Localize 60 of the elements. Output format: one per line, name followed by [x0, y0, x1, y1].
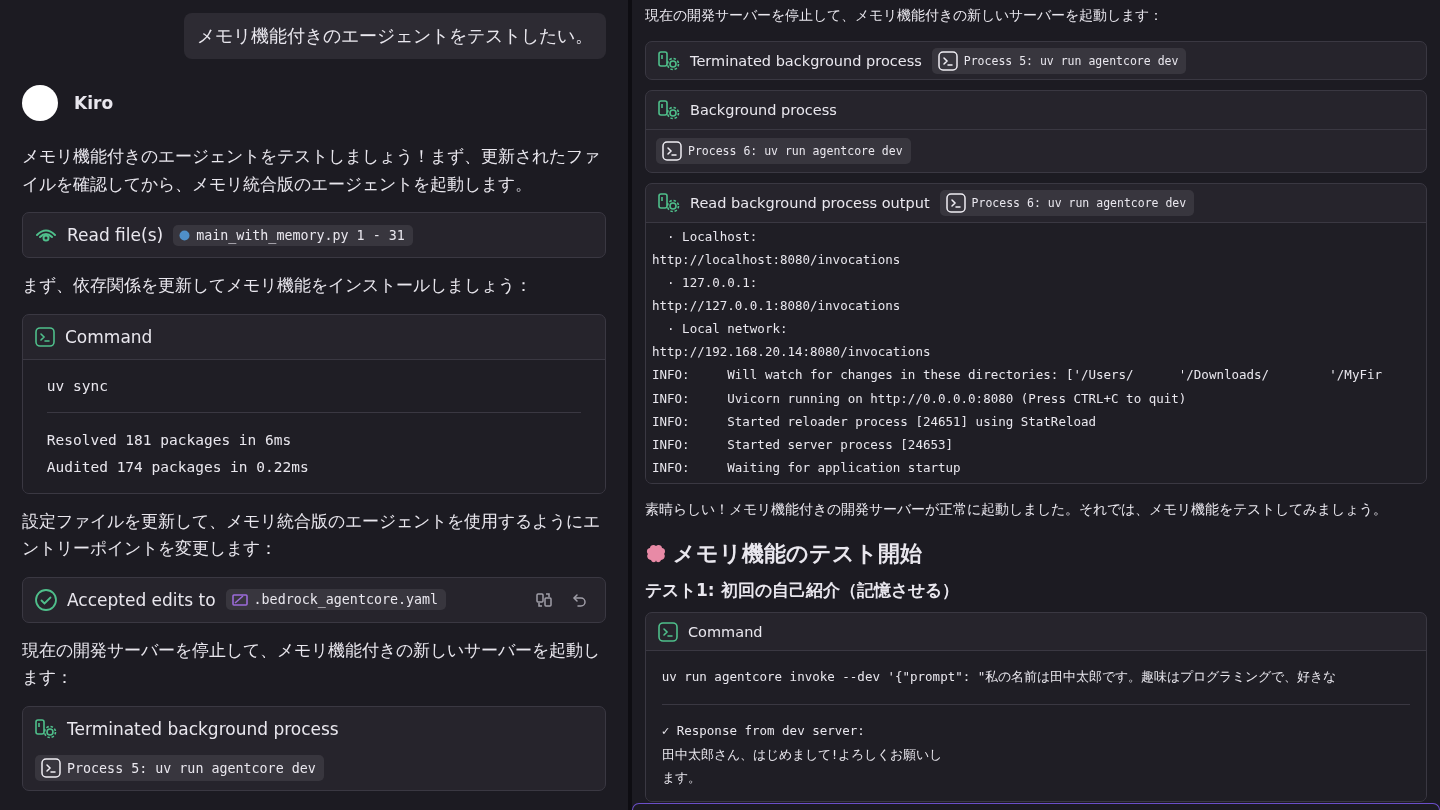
- terminal-icon: [937, 50, 958, 71]
- tool-title: Read background process output: [690, 194, 930, 211]
- undo-icon[interactable]: [571, 591, 587, 608]
- message-text: メモリ機能付きのエージェントをテストしましょう！まず、更新されたファイルを確認してから、メモリ統合版のエージェントを起動します。: [22, 145, 601, 196]
- log-line: INFO: Uvicorn running on http://0.0.0.0:8080 (Press CTRL+C to quit): [652, 389, 1188, 408]
- log-line: · Local network:: [666, 320, 789, 339]
- output-line: ✓ Response from dev server:: [661, 722, 866, 741]
- output-line: Audited 174 packages in 0.22ms: [46, 457, 310, 477]
- file-chip[interactable]: Process 5: uv run agentcore dev: [35, 755, 324, 782]
- message-text: 現在の開発サーバーを停止して、メモリ機能付きの新しいサーバーを起動します：: [645, 6, 1164, 25]
- log-line: INFO: Started reloader process [24651] using StatReload: [652, 412, 1097, 431]
- tool-title: Read file(s): [67, 225, 164, 246]
- tool-title: Terminated background process: [67, 719, 339, 739]
- terminal-icon: [41, 758, 61, 779]
- terminal-icon: [662, 141, 682, 162]
- file-chip[interactable]: Process 5: uv run agentcore dev: [931, 47, 1187, 74]
- tool-title: Command: [688, 623, 763, 640]
- terminal-icon: [945, 192, 966, 213]
- section-heading: メモリ機能のテスト開始: [673, 539, 922, 568]
- log-line: · Localhost:: [666, 227, 759, 246]
- log-line: INFO: Waiting for application startup: [652, 459, 962, 477]
- log-line: http://localhost:8080/invocations: [652, 250, 902, 269]
- log-line: · 127.0.0.1:: [666, 274, 759, 292]
- message-text: まず、依存関係を更新してメモリ機能をインストールしましょう：: [22, 274, 533, 298]
- output-line: Resolved 181 packages in 6ms: [46, 430, 293, 450]
- file-chip[interactable]: Process 6: uv run agentcore dev: [656, 138, 911, 165]
- file-chip[interactable]: Process 6: uv run agentcore dev: [939, 189, 1195, 216]
- chat-input-edge[interactable]: [632, 803, 1440, 810]
- command-text: uv sync: [46, 376, 109, 396]
- output-line: ます。: [661, 768, 702, 787]
- tool-title: Command: [65, 326, 153, 347]
- file-chip[interactable]: main_with_memory.py 1 - 31: [173, 224, 413, 246]
- process-gear-icon: [658, 100, 680, 121]
- eye-icon: [35, 227, 57, 244]
- message-text: 設定ファイルを更新して、メモリ統合版のエージェントを使用するようにエントリーポイントを変更します：: [22, 509, 601, 561]
- log-line: http://192.168.20.14:8080/invocations: [652, 343, 932, 362]
- message-text: 素晴らしい！メモリ機能付きの開発サーバーが正常に起動しました。それでは、メモリ機能をテストしてみましょう。: [645, 500, 1388, 520]
- process-gear-icon: [35, 719, 57, 739]
- avatar-icon: [22, 85, 58, 121]
- user-message: メモリ機能付きのエージェントをテストしたい。: [184, 13, 606, 59]
- process-gear-icon: [658, 192, 680, 213]
- terminal-icon: [35, 326, 55, 347]
- subsection-heading: テスト1: 初回の自己紹介（記憶させる）: [645, 578, 960, 602]
- file-chip[interactable]: .bedrock_agentcore.yaml: [225, 589, 447, 611]
- log-line: INFO: Started server process [24653]: [652, 435, 955, 454]
- message-text: 現在の開発サーバーを停止して、メモリ機能付きの新しいサーバーを起動します：: [22, 638, 601, 690]
- tool-title: Terminated background process: [690, 52, 922, 69]
- command-text: uv run agentcore invoke --dev '{"prompt": "私の名前は田中太郎です。趣味はプログラミングで、好きな: [661, 668, 1338, 687]
- tool-title: Background process: [690, 102, 837, 119]
- yaml-file-icon: [231, 593, 248, 606]
- terminal-icon: [658, 621, 678, 642]
- check-circle-icon: [35, 588, 57, 611]
- tool-title: Accepted edits to: [67, 589, 216, 610]
- process-gear-icon: [658, 50, 680, 71]
- agent-name: Kiro: [74, 93, 114, 113]
- log-line: http://127.0.0.1:8080/invocations: [652, 297, 902, 316]
- output-line: 田中太郎さん、はじめまして!よろしくお願いし: [661, 745, 944, 764]
- python-file-icon: [179, 229, 191, 241]
- log-line: INFO: Will watch for changes in these directories: ['/Users/ '/Downloads/ '/MyFir: [652, 366, 1383, 385]
- compare-icon[interactable]: [535, 590, 553, 609]
